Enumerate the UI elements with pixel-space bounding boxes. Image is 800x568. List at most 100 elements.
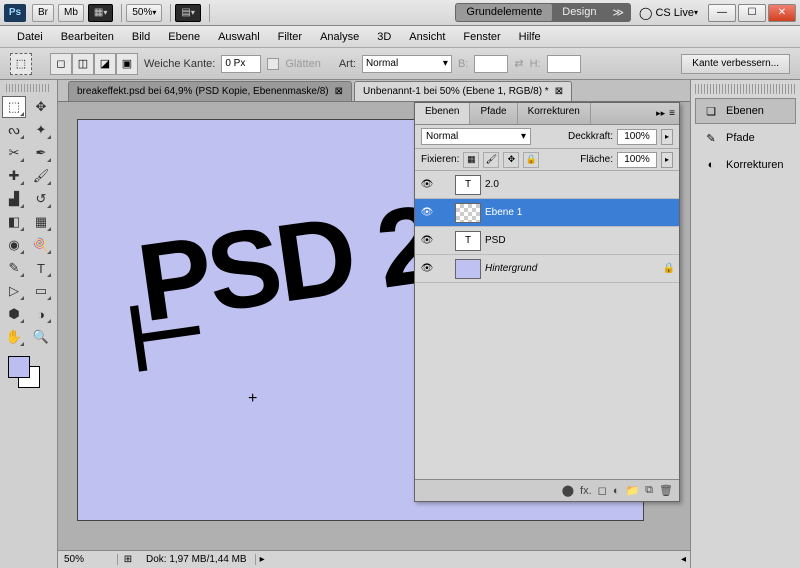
brush-tool[interactable]: 🖌 [29,165,53,187]
eyedropper-tool[interactable]: ✒ [29,142,53,164]
layer-row[interactable]: 👁 Ebene 1 [415,199,679,227]
fill-input[interactable]: 100% [617,152,657,168]
panel-collapse-icon[interactable]: ▸▸ [656,108,665,119]
cslive-button[interactable]: CS Live [639,6,698,20]
lock-position-button[interactable]: ✥ [503,152,519,168]
healing-brush-tool[interactable]: ✚ [2,165,26,187]
close-tab-icon[interactable]: ⊠ [335,86,343,97]
move-tool[interactable]: ✥ [29,96,53,118]
refine-edge-button[interactable]: Kante verbessern... [681,54,790,74]
layer-thumbnail[interactable] [455,259,481,279]
document-tab-2[interactable]: Unbenannt-1 bei 50% (Ebene 1, RGB/8) *⊠ [354,81,572,101]
color-swatches[interactable] [2,354,55,390]
visibility-toggle-icon[interactable]: 👁 [419,235,435,246]
pen-tool[interactable]: ✎ [2,257,26,279]
blend-mode-select[interactable]: Normal▾ [421,128,531,145]
visibility-toggle-icon[interactable]: 👁 [419,207,435,218]
layer-name[interactable]: Ebene 1 [485,207,675,218]
menu-hilfe[interactable]: Hilfe [510,28,550,46]
layer-thumbnail[interactable] [455,203,481,223]
layer-name[interactable]: 2.0 [485,179,675,190]
layer-row[interactable]: 👁 T 2.0 [415,171,679,199]
layer-group-button[interactable]: 📁 [625,484,639,497]
window-maximize-button[interactable]: ☐ [738,4,766,22]
feather-input[interactable] [221,55,261,73]
scroll-left-button[interactable]: ◂ [677,554,690,565]
close-tab-icon[interactable]: ⊠ [555,86,563,97]
lock-all-button[interactable]: 🔒 [523,152,539,168]
dock-item-pfade[interactable]: ✎Pfade [695,125,796,151]
layer-style-button[interactable]: fx. [580,485,592,497]
lasso-tool[interactable]: ᔓ [2,119,26,141]
workspace-tab-essentials[interactable]: Grundelemente [456,4,552,21]
layer-row[interactable]: 👁 T PSD [415,227,679,255]
menu-datei[interactable]: Datei [8,28,52,46]
panel-tab-ebenen[interactable]: Ebenen [415,103,470,124]
marquee-tool-icon[interactable]: ⬚ [10,53,32,75]
layer-row[interactable]: 👁 Hintergrund 🔒 [415,255,679,283]
layer-name[interactable]: PSD [485,235,675,246]
shape-tool[interactable]: ▭ [29,280,53,302]
path-selection-tool[interactable]: ▷ [2,280,26,302]
zoom-level-dropdown[interactable]: 50% [126,4,162,22]
adjustment-layer-button[interactable]: ◐ [613,485,620,497]
visibility-toggle-icon[interactable]: 👁 [419,179,435,190]
foreground-color-swatch[interactable] [8,356,30,378]
eraser-tool[interactable]: ◧ [2,211,26,233]
link-layers-button[interactable]: ⬤ [562,484,574,497]
selection-add-button[interactable]: ◫ [72,53,94,75]
crop-tool[interactable]: ✂ [2,142,26,164]
3d-tool[interactable]: ⬢ [2,303,26,325]
layer-thumbnail[interactable]: T [455,231,481,251]
panel-tab-pfade[interactable]: Pfade [470,103,517,124]
minibridge-button[interactable]: Mb [58,4,84,22]
style-select[interactable]: Normal▾ [362,55,452,73]
dodge-tool[interactable]: 🍭 [29,234,53,256]
layer-mask-button[interactable]: ◻ [598,484,607,497]
delete-layer-button[interactable]: 🗑 [659,484,673,497]
layer-name[interactable]: Hintergrund [485,263,659,274]
visibility-toggle-icon[interactable]: 👁 [419,263,435,274]
history-brush-tool[interactable]: ↺ [29,188,53,210]
menu-ansicht[interactable]: Ansicht [400,28,454,46]
blur-tool[interactable]: ◉ [2,234,26,256]
dock-item-ebenen[interactable]: ❏Ebenen [695,98,796,124]
marquee-tool[interactable]: ⬚ [2,96,26,118]
menu-filter[interactable]: Filter [269,28,311,46]
window-minimize-button[interactable]: — [708,4,736,22]
dock-handle[interactable] [695,84,796,94]
menu-auswahl[interactable]: Auswahl [209,28,269,46]
toolbox-handle[interactable] [6,84,51,92]
selection-subtract-button[interactable]: ◪ [94,53,116,75]
zoom-tool[interactable]: 🔍 [29,326,53,348]
dock-item-korrekturen[interactable]: ◐Korrekturen [695,152,796,178]
panel-menu-icon[interactable]: ≡ [669,108,675,119]
antialias-checkbox[interactable] [267,58,279,70]
document-tab-1[interactable]: breakeffekt.psd bei 64,9% (PSD Kopie, Eb… [68,81,352,101]
menu-bearbeiten[interactable]: Bearbeiten [52,28,123,46]
arrange-documents-button[interactable]: ▤ [175,4,200,22]
layer-thumbnail[interactable]: T [455,175,481,195]
window-close-button[interactable]: ✕ [768,4,796,22]
menu-3d[interactable]: 3D [368,28,400,46]
lock-transparent-button[interactable]: ▦ [463,152,479,168]
gradient-tool[interactable]: ▦ [29,211,53,233]
magic-wand-tool[interactable]: ✦ [29,119,53,141]
fill-slider-button[interactable]: ▸ [661,152,673,168]
type-tool[interactable]: T [29,257,53,279]
opacity-input[interactable]: 100% [617,129,657,145]
hand-tool[interactable]: ✋ [2,326,26,348]
clone-stamp-tool[interactable]: ▟ [2,188,26,210]
status-zoom[interactable]: 50% [58,554,118,565]
status-menu-button[interactable]: ▸ [256,554,269,565]
lock-image-button[interactable]: 🖌 [483,152,499,168]
screen-mode-button[interactable]: ▦ [88,4,113,22]
status-icon[interactable]: ⊞ [118,554,138,565]
workspace-more-button[interactable]: ≫ [607,4,631,21]
new-layer-button[interactable]: ⧉ [645,484,653,497]
workspace-tab-design[interactable]: Design [552,4,606,21]
menu-analyse[interactable]: Analyse [311,28,368,46]
menu-bild[interactable]: Bild [123,28,159,46]
selection-new-button[interactable]: ◻ [50,53,72,75]
opacity-slider-button[interactable]: ▸ [661,129,673,145]
